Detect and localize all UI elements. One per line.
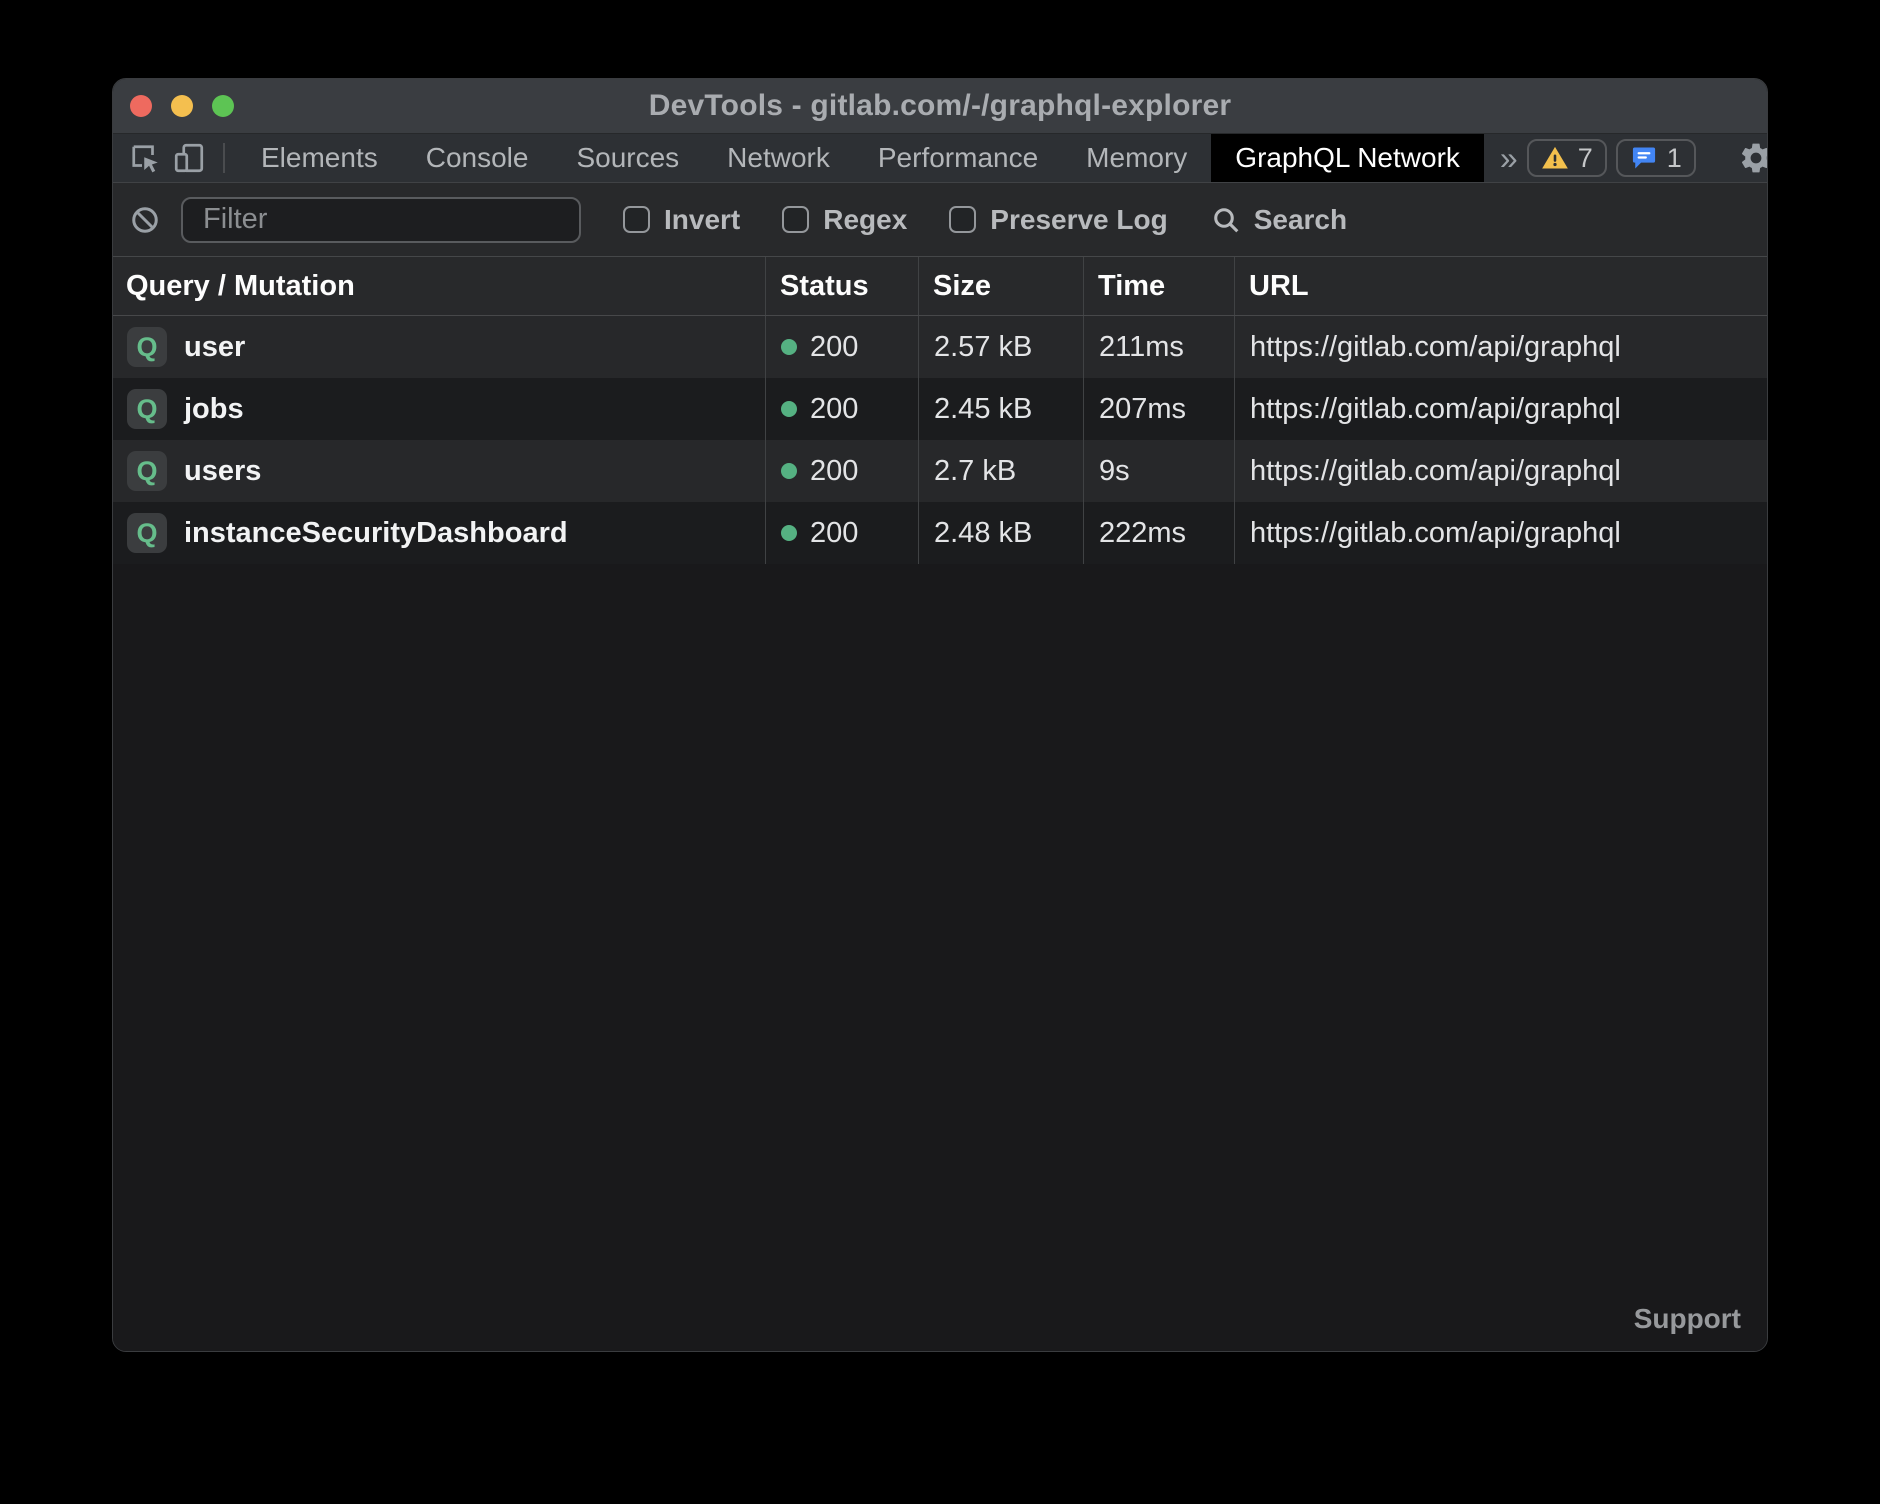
- search-icon: [1210, 204, 1242, 236]
- time-value: 211ms: [1099, 331, 1184, 364]
- invert-checkbox[interactable]: [623, 206, 650, 233]
- devtools-window: DevTools - gitlab.com/-/graphql-explorer: [112, 78, 1768, 1352]
- url-value: https://gitlab.com/api/graphql: [1250, 331, 1621, 364]
- regex-filter-option: Regex: [782, 204, 907, 236]
- issues-bubble-icon: [1630, 144, 1658, 172]
- toggle-device-toolbar-button[interactable]: [167, 136, 211, 180]
- size-value: 2.7 kB: [934, 455, 1016, 488]
- close-window-button[interactable]: [130, 95, 152, 117]
- tab-sources[interactable]: Sources: [552, 134, 703, 182]
- url-value: https://gitlab.com/api/graphql: [1250, 455, 1621, 488]
- warnings-badge[interactable]: 7: [1527, 139, 1607, 177]
- warning-count: 7: [1578, 143, 1593, 174]
- tab-network[interactable]: Network: [703, 134, 854, 182]
- table-row[interactable]: Q users 200 2.7 kB 9s https://gitlab.com…: [113, 440, 1767, 502]
- status-ok-dot: [781, 401, 797, 417]
- query-name: instanceSecurityDashboard: [184, 517, 568, 550]
- query-name: jobs: [184, 393, 244, 426]
- search-label: Search: [1254, 204, 1347, 236]
- table-row[interactable]: Q jobs 200 2.45 kB 207ms https://gitlab.…: [113, 378, 1767, 440]
- device-toolbar-icon: [171, 140, 207, 176]
- size-value: 2.57 kB: [934, 331, 1032, 364]
- query-type-badge: Q: [127, 451, 167, 491]
- tab-elements[interactable]: Elements: [237, 134, 402, 182]
- status-value: 200: [810, 517, 858, 550]
- inspect-element-button[interactable]: [123, 136, 167, 180]
- inspect-cursor-icon: [127, 140, 163, 176]
- column-header-time[interactable]: Time: [1083, 257, 1234, 315]
- regex-checkbox[interactable]: [782, 206, 809, 233]
- size-value: 2.48 kB: [934, 517, 1032, 550]
- gear-icon: [1738, 140, 1768, 176]
- filter-bar: Invert Regex Preserve Log Search: [113, 183, 1767, 257]
- preserve-log-label: Preserve Log: [990, 204, 1167, 236]
- titlebar: DevTools - gitlab.com/-/graphql-explorer: [113, 79, 1767, 134]
- more-tabs-button[interactable]: »: [1500, 140, 1518, 177]
- invert-label: Invert: [664, 204, 740, 236]
- search-control[interactable]: Search: [1210, 204, 1347, 236]
- query-name: users: [184, 455, 261, 488]
- table-header: Query / Mutation Status Size Time URL: [113, 257, 1767, 316]
- toolbar-divider: [223, 143, 225, 173]
- tab-memory[interactable]: Memory: [1062, 134, 1211, 182]
- filter-input[interactable]: [181, 197, 581, 243]
- query-type-badge: Q: [127, 389, 167, 429]
- issue-count: 1: [1667, 143, 1682, 174]
- column-header-size[interactable]: Size: [918, 257, 1083, 315]
- panel-tabs: Elements Console Sources Network Perform…: [237, 134, 1484, 182]
- tab-performance[interactable]: Performance: [854, 134, 1062, 182]
- settings-button[interactable]: [1734, 136, 1768, 180]
- query-type-badge: Q: [127, 513, 167, 553]
- devtools-toolbar: Elements Console Sources Network Perform…: [113, 134, 1767, 183]
- tab-graphql-network[interactable]: GraphQL Network: [1211, 134, 1484, 182]
- column-header-url[interactable]: URL: [1234, 257, 1767, 315]
- zoom-window-button[interactable]: [212, 95, 234, 117]
- traffic-lights: [130, 79, 234, 133]
- block-icon: [130, 205, 160, 235]
- table-row[interactable]: Q user 200 2.57 kB 211ms https://gitlab.…: [113, 316, 1767, 378]
- table-row[interactable]: Q instanceSecurityDashboard 200 2.48 kB …: [113, 502, 1767, 564]
- invert-filter-option: Invert: [623, 204, 740, 236]
- time-value: 207ms: [1099, 393, 1186, 426]
- clear-requests-button[interactable]: [123, 198, 167, 242]
- column-header-query-mutation[interactable]: Query / Mutation: [113, 257, 765, 315]
- query-name: user: [184, 331, 245, 364]
- table-empty-area: Support: [113, 564, 1767, 1351]
- window-title: DevTools - gitlab.com/-/graphql-explorer: [113, 89, 1767, 123]
- tab-console[interactable]: Console: [402, 134, 553, 182]
- time-value: 9s: [1099, 455, 1130, 488]
- url-value: https://gitlab.com/api/graphql: [1250, 517, 1621, 550]
- issues-badge[interactable]: 1: [1616, 139, 1696, 177]
- status-ok-dot: [781, 525, 797, 541]
- regex-label: Regex: [823, 204, 907, 236]
- preserve-log-checkbox[interactable]: [949, 206, 976, 233]
- url-value: https://gitlab.com/api/graphql: [1250, 393, 1621, 426]
- status-ok-dot: [781, 463, 797, 479]
- status-value: 200: [810, 455, 858, 488]
- status-ok-dot: [781, 339, 797, 355]
- preserve-log-option: Preserve Log: [949, 204, 1167, 236]
- status-value: 200: [810, 393, 858, 426]
- support-link[interactable]: Support: [1634, 1303, 1741, 1335]
- time-value: 222ms: [1099, 517, 1186, 550]
- status-value: 200: [810, 331, 858, 364]
- query-type-badge: Q: [127, 327, 167, 367]
- column-header-status[interactable]: Status: [765, 257, 918, 315]
- minimize-window-button[interactable]: [171, 95, 193, 117]
- warning-triangle-icon: [1541, 144, 1569, 172]
- size-value: 2.45 kB: [934, 393, 1032, 426]
